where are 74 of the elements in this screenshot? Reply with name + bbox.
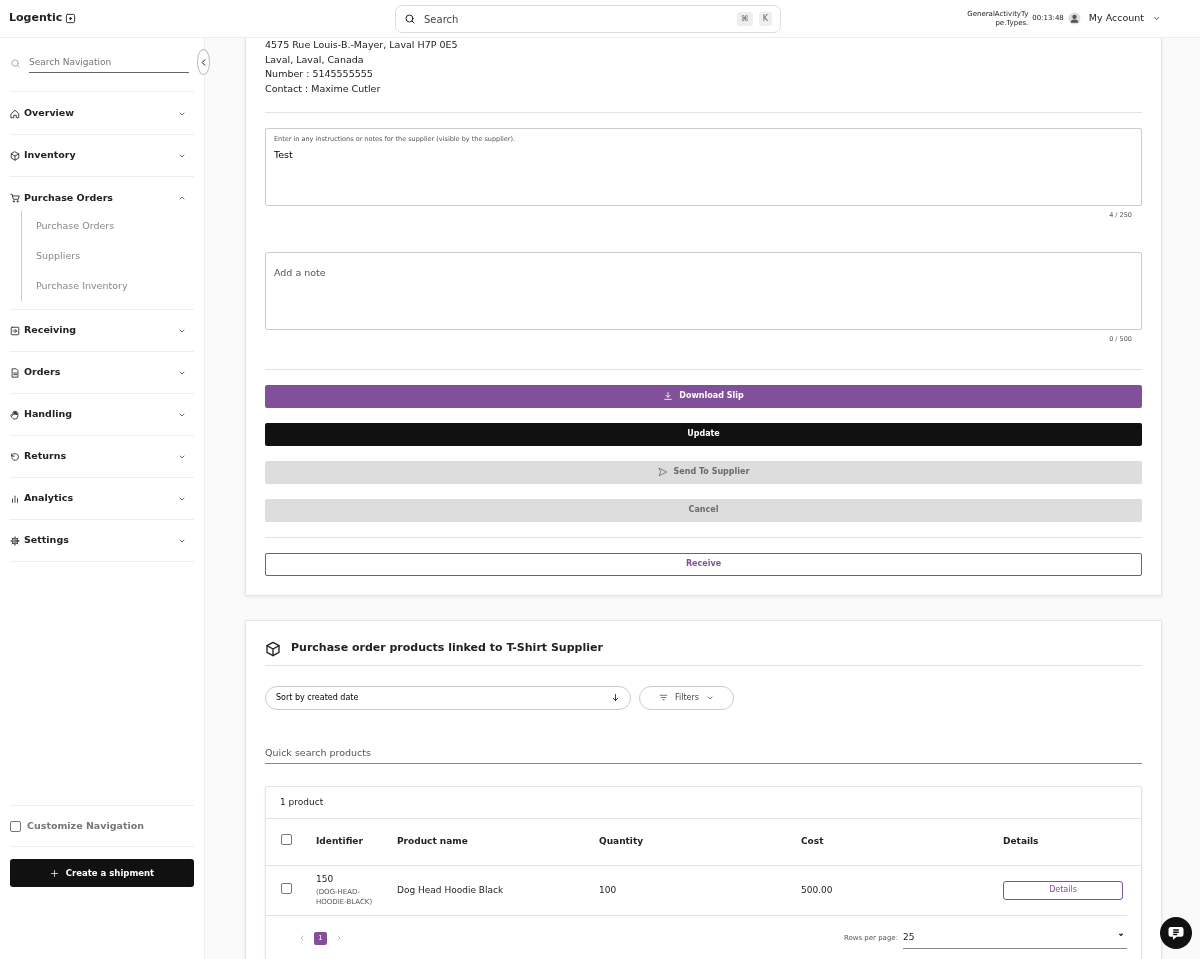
cart-icon	[10, 193, 20, 203]
action-button[interactable]: Download Slip	[265, 384, 1142, 408]
sort-dropdown[interactable]: Sort by created date	[265, 685, 631, 710]
column-header: Details	[1003, 835, 1040, 848]
collapse-button[interactable]	[197, 49, 210, 75]
nav-item[interactable]: Settings	[10, 520, 194, 562]
address-line: Number : 5145555555	[265, 67, 374, 81]
address-line: Laval, Laval, Canada	[265, 52, 365, 67]
table-cell-text: 100	[599, 883, 618, 897]
undo-arrow-icon	[10, 451, 20, 462]
rows-per-page-dropdown[interactable]: 25	[903, 928, 1127, 949]
column-header: Cost	[801, 835, 825, 848]
select-all-checkbox[interactable]	[281, 834, 292, 845]
column-header: Product name	[397, 835, 469, 848]
search-input[interactable]: Search	[422, 10, 731, 28]
filter-icon	[659, 693, 668, 702]
nav-item[interactable]: Returns	[10, 436, 194, 478]
text-input[interactable]: Test	[274, 147, 1133, 188]
product-count: 1 product	[266, 786, 1141, 819]
plus-icon	[49, 868, 59, 878]
download-icon	[663, 391, 674, 401]
box-icon	[265, 640, 281, 657]
address-line: 4575 Rue Louis-B.-Mayer, Laval H7P 0E5	[265, 38, 459, 52]
user-avatar-icon	[1067, 12, 1081, 25]
row-checkbox[interactable]	[281, 882, 292, 894]
receive-button[interactable]: Receive	[265, 552, 1142, 576]
nav-item[interactable]: Handling	[10, 394, 194, 436]
column-header: Quantity	[599, 835, 645, 848]
account-menu[interactable]: My Account	[1067, 11, 1161, 26]
logo[interactable]: Logentic	[9, 10, 77, 27]
column-header: Identifier	[316, 835, 364, 848]
hand-icon	[10, 409, 20, 420]
search-icon	[404, 13, 416, 25]
search-field[interactable]: Search ⌘ K	[395, 5, 781, 33]
arrow-in-box-icon	[10, 325, 20, 336]
chevron-right-icon	[335, 934, 343, 942]
send-icon	[657, 467, 668, 477]
search-icon	[10, 58, 21, 70]
nav-subitem[interactable]: Purchase Inventory	[36, 271, 194, 301]
settings-icon	[10, 535, 20, 546]
chat-button[interactable]	[1160, 917, 1192, 949]
logout-icon	[65, 13, 77, 24]
nav-item[interactable]: Orders	[10, 352, 194, 394]
nav-item[interactable]: Inventory	[10, 135, 194, 177]
caret-down-icon	[1117, 931, 1125, 939]
chat-icon	[1167, 924, 1185, 942]
chevron-left-icon	[298, 934, 306, 942]
shortcut-key: ⌘	[736, 12, 753, 26]
table-cell-text: 500.00	[801, 883, 834, 897]
chevron-up-icon	[178, 194, 186, 202]
nav-item[interactable]: Overview	[10, 93, 194, 135]
address-line: Contact : Maxime Cutler	[265, 81, 382, 96]
table-cell-text: 150	[316, 873, 335, 886]
text-input[interactable]: Add a note	[274, 265, 1133, 306]
action-button[interactable]: Update	[265, 422, 1142, 446]
customize-navigation-checkbox[interactable]: Customize Navigation	[10, 805, 194, 847]
nav-item[interactable]: Receiving	[10, 310, 194, 352]
nav-subitem[interactable]: Suppliers	[36, 241, 194, 271]
bar-chart-icon	[10, 493, 20, 504]
section-title: Purchase order products linked to T-Shirt Supplier	[291, 640, 603, 657]
search-field[interactable]: Search Navigation	[29, 54, 189, 73]
box-icon	[10, 150, 20, 161]
document-icon	[10, 367, 20, 378]
details-button[interactable]: Details	[1003, 880, 1123, 900]
filters-button[interactable]: Filters	[639, 685, 734, 710]
quick-search-field[interactable]: Quick search products	[265, 742, 1142, 764]
arrow-down-icon	[611, 693, 620, 702]
nav-item[interactable]: Analytics	[10, 478, 194, 520]
table-cell-text: Dog Head Hoodie Black	[397, 883, 505, 897]
home-icon	[10, 108, 20, 119]
shortcut-key: K	[758, 12, 772, 26]
create-shipment-button[interactable]: Create a shipment	[10, 859, 194, 887]
chevron-down-icon	[1152, 14, 1161, 23]
note-field[interactable]: Add a note	[265, 251, 1142, 330]
